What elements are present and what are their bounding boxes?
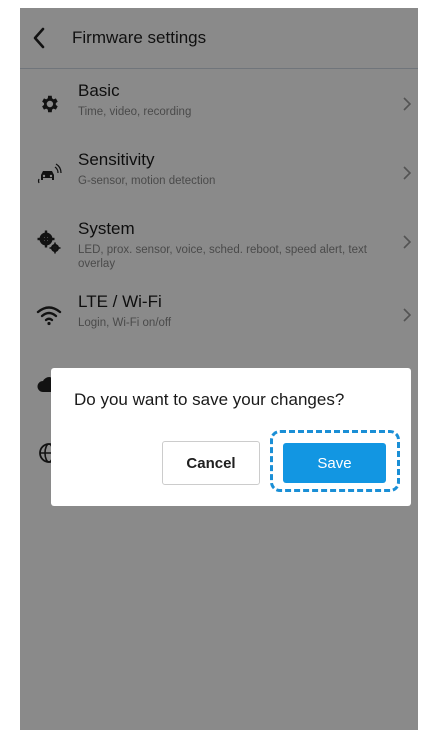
cancel-button[interactable]: Cancel: [162, 441, 260, 485]
app-screen: Firmware settings Basic Time, video, rec…: [20, 8, 418, 730]
dialog-message: Do you want to save your changes?: [74, 390, 345, 409]
save-button[interactable]: Save: [283, 443, 386, 483]
save-changes-dialog: Do you want to save your changes? Cancel…: [51, 368, 411, 506]
